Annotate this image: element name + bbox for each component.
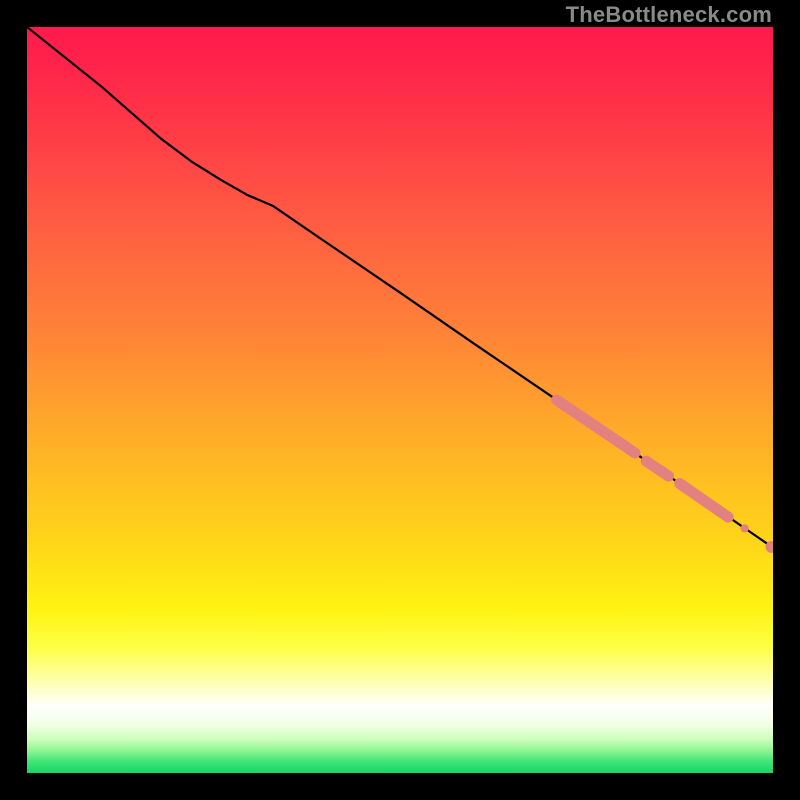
plot-area <box>27 27 773 773</box>
background-gradient <box>27 27 773 773</box>
chart-frame: TheBottleneck.com <box>0 0 800 800</box>
highlight-dot <box>741 524 749 532</box>
chart-canvas <box>27 27 773 773</box>
attribution-label: TheBottleneck.com <box>566 2 772 28</box>
